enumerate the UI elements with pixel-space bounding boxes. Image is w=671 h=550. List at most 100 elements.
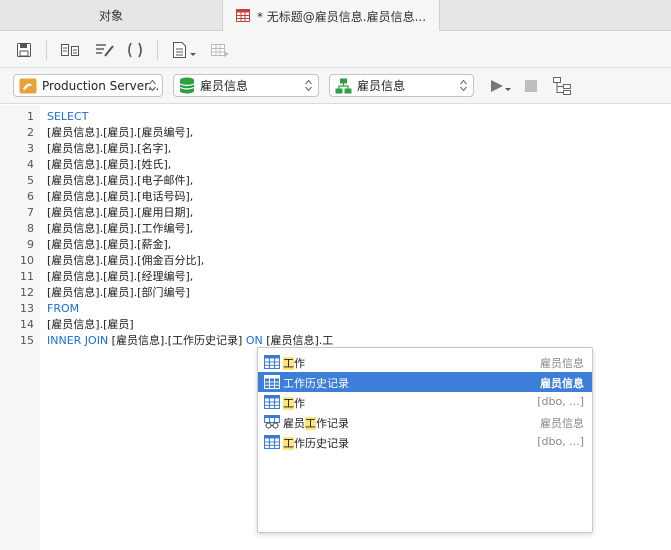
database-select-label: 雇员信息	[200, 79, 249, 93]
line-number: 3	[27, 142, 34, 155]
match-highlight: 工	[305, 417, 316, 430]
table-icon	[264, 435, 280, 449]
code-line: 5 [雇员信息].[雇员].[电子邮件],	[0, 173, 671, 189]
stop-icon	[525, 80, 537, 92]
text-menu-button[interactable]	[168, 40, 200, 60]
autocomplete-popup: 工作 雇员信息 工作历史记录 雇员信息 工作 [dbo, ...] 雇员工作记录 雇员信息 工作…	[257, 347, 593, 533]
code-text: [雇员信息].[雇员].[电子邮件],	[47, 174, 194, 187]
code-text: [雇员信息].[雇员].[雇员编号],	[47, 126, 194, 139]
code-text: [雇员信息].[雇员].[佣金百分比],	[47, 254, 205, 267]
server-select-label: Production Server...	[42, 78, 160, 93]
tab-query-label: * 无标题@雇员信息.雇员信息...	[256, 9, 427, 24]
line-number: 2	[27, 126, 34, 139]
tab-objects[interactable]: 对象	[0, 0, 222, 31]
code-keyword: INNER JOIN	[47, 334, 109, 347]
code-keyword: ON	[245, 334, 263, 347]
save-button[interactable]	[13, 40, 35, 60]
toolbar-separator	[46, 40, 47, 60]
query-builder-icon	[61, 44, 79, 56]
explain-plan-icon	[553, 77, 571, 95]
connection-bar: Production Server... 雇员信息 雇员信息	[0, 68, 671, 104]
autocomplete-item-schema: 雇员信息	[540, 417, 584, 430]
autocomplete-item[interactable]: 工作历史记录 雇员信息	[258, 372, 592, 392]
line-number: 11	[20, 270, 34, 283]
line-number: 12	[20, 286, 34, 299]
code-fragment: [雇员信息].工	[262, 334, 334, 347]
code-text: [雇员信息].[雇员].[电话号码],	[47, 190, 194, 203]
table-icon	[264, 355, 280, 369]
play-dropdown-icon	[491, 80, 511, 92]
code-line: 3 [雇员信息].[雇员].[名字],	[0, 141, 671, 157]
table-icon	[264, 375, 280, 389]
toolbar	[0, 31, 671, 68]
code-text: [雇员信息].[雇员].[部门编号]	[47, 286, 190, 299]
code-keyword: FROM	[47, 302, 80, 315]
view-icon	[264, 415, 280, 429]
code-line: 6 [雇员信息].[雇员].[电话号码],	[0, 189, 671, 205]
code-line: 1 SELECT	[0, 109, 671, 125]
code-text: FROM	[47, 301, 79, 317]
code-line: 8 [雇员信息].[雇员].[工作编号],	[0, 221, 671, 237]
line-number: 13	[20, 302, 34, 315]
database-icon	[179, 77, 195, 94]
schema-select-label: 雇员信息	[357, 79, 406, 93]
line-number: 10	[20, 254, 34, 267]
code-text: [雇员信息].[雇员].[薪金],	[47, 238, 172, 251]
schema-icon	[335, 78, 352, 94]
query-builder-button[interactable]	[59, 40, 81, 60]
chevron-updown-icon	[305, 79, 312, 92]
code-line: 12 [雇员信息].[雇员].[部门编号]	[0, 285, 671, 301]
document-dropdown-icon	[173, 42, 196, 58]
query-table-icon	[235, 8, 251, 25]
parentheses-icon	[128, 42, 142, 58]
autocomplete-item[interactable]: 工作 雇员信息	[258, 352, 592, 372]
export-result-button[interactable]	[209, 40, 231, 60]
schema-select[interactable]: 雇员信息	[329, 74, 474, 97]
chevron-updown-icon	[460, 79, 467, 92]
line-number: 7	[27, 206, 34, 219]
line-number: 1	[27, 110, 34, 123]
run-button[interactable]	[489, 76, 513, 96]
line-number: 8	[27, 222, 34, 235]
line-number: 14	[20, 318, 34, 331]
tab-bar: 对象 * 无标题@雇员信息.雇员信息...	[0, 0, 671, 32]
autocomplete-item-name: 工作历史记录	[283, 377, 349, 390]
code-snippet-button[interactable]	[124, 40, 146, 60]
code-keyword: SELECT	[47, 110, 89, 123]
server-select[interactable]: Production Server...	[13, 74, 163, 97]
tab-objects-label: 对象	[98, 9, 123, 23]
match-highlight: 工	[283, 397, 294, 410]
code-line: 7 [雇员信息].[雇员].[雇用日期],	[0, 205, 671, 221]
code-text: [雇员信息].[雇员].[经理编号],	[47, 270, 194, 283]
autocomplete-item-name: 工作	[283, 397, 305, 410]
autocomplete-item-name: 工作历史记录	[283, 437, 349, 450]
chevron-updown-icon	[149, 79, 156, 92]
save-icon	[17, 43, 31, 57]
match-highlight: 工	[283, 357, 294, 370]
code-line: 9 [雇员信息].[雇员].[薪金],	[0, 237, 671, 253]
export-grid-icon	[211, 44, 229, 57]
code-line: 4 [雇员信息].[雇员].[姓氏],	[0, 157, 671, 173]
code-line: 10 [雇员信息].[雇员].[佣金百分比],	[0, 253, 671, 269]
line-number: 15	[20, 334, 34, 347]
beautify-icon	[96, 44, 114, 57]
code-text: SELECT	[47, 109, 88, 125]
code-text: [雇员信息].[雇员]	[47, 318, 134, 331]
line-number: 9	[27, 238, 34, 251]
code-text: [雇员信息].[雇员].[雇用日期],	[47, 206, 194, 219]
line-number: 4	[27, 158, 34, 171]
line-number: 6	[27, 190, 34, 203]
autocomplete-item[interactable]: 工作历史记录 [dbo, ...]	[258, 432, 592, 452]
database-select[interactable]: 雇员信息	[173, 74, 319, 97]
code-text: [雇员信息].[雇员].[工作编号],	[47, 222, 194, 235]
table-icon	[264, 395, 280, 409]
code-line: 13 FROM	[0, 301, 671, 317]
autocomplete-item[interactable]: 雇员工作记录 雇员信息	[258, 412, 592, 432]
beautify-sql-button[interactable]	[94, 40, 116, 60]
stop-button[interactable]	[524, 76, 538, 96]
line-number: 5	[27, 174, 34, 187]
autocomplete-item-schema: [dbo, ...]	[537, 435, 584, 448]
explain-button[interactable]	[552, 76, 572, 96]
autocomplete-item[interactable]: 工作 [dbo, ...]	[258, 392, 592, 412]
tab-query[interactable]: * 无标题@雇员信息.雇员信息...	[222, 0, 440, 32]
